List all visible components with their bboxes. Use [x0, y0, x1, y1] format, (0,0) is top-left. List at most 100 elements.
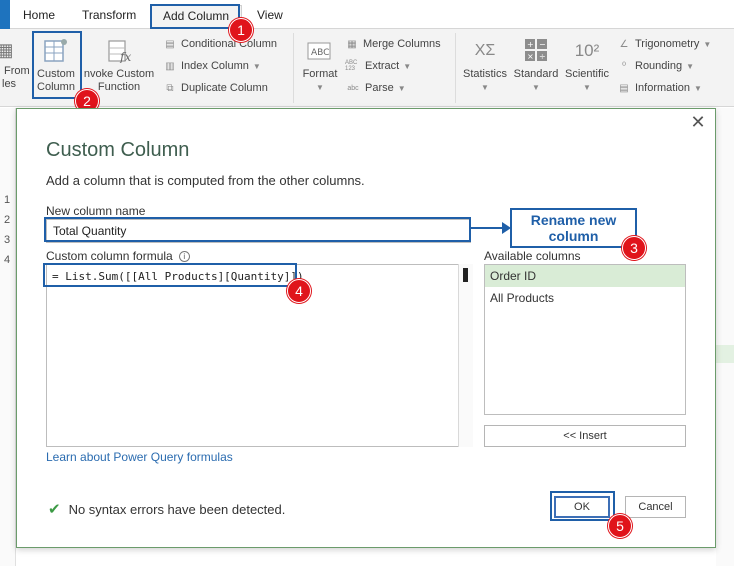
rounding-button[interactable]: ⁰ Rounding ▼: [617, 59, 694, 73]
highlight-formula: [43, 263, 297, 287]
formula-editor[interactable]: = List.Sum([[All Products][Quantity]]): [46, 264, 473, 447]
chevron-down-icon: ▼: [694, 83, 702, 93]
step-marker-3: 3: [622, 236, 646, 260]
parse-label: Parse: [365, 82, 394, 94]
format-icon: ABC: [305, 35, 335, 65]
step-marker-5: 5: [608, 514, 632, 538]
from-examples-button[interactable]: ▦ From les: [0, 35, 30, 91]
chevron-down-icon: ▼: [583, 83, 591, 92]
index-column-label: Index Column: [181, 60, 249, 72]
scientific-icon: 10²: [574, 40, 600, 60]
scientific-label: Scientific: [564, 68, 610, 80]
chevron-down-icon: ▼: [316, 83, 324, 92]
checkmark-icon: ✔: [48, 501, 61, 518]
ribbon: ▦ From les Custom Column fx nvoke Custom…: [0, 29, 734, 107]
query-grid-row-numbers: 1 2 3 4: [0, 108, 16, 566]
rename-callout: Rename new column: [510, 208, 637, 248]
new-column-name-label: New column name: [46, 204, 146, 218]
chevron-down-icon: ▼: [403, 61, 412, 71]
extract-button[interactable]: ABC 123 Extract ▼: [345, 59, 411, 73]
parse-icon: abc: [347, 84, 359, 92]
row-number: 1: [4, 194, 11, 206]
invoke-label-1: nvoke Custom: [83, 68, 155, 80]
standard-label: Standard: [513, 68, 559, 80]
list-item-order-id[interactable]: Order ID: [485, 265, 685, 287]
from-examples-label-2: les: [2, 78, 17, 90]
chevron-down-icon: ▼: [703, 39, 712, 49]
formula-scrollbar[interactable]: [458, 264, 473, 447]
tab-transform[interactable]: Transform: [82, 8, 136, 22]
trigonometry-button[interactable]: ∠ Trigonometry ▼: [617, 37, 712, 51]
from-examples-label-1: From: [4, 65, 30, 77]
format-button[interactable]: ABC Format ▼: [298, 35, 342, 94]
tab-view[interactable]: View: [257, 8, 283, 22]
info-icon[interactable]: i: [178, 251, 190, 262]
svg-text:ABC: ABC: [311, 48, 329, 58]
statistics-icon: XΣ: [474, 41, 496, 59]
cancel-button[interactable]: Cancel: [625, 496, 686, 518]
function-icon: fx: [104, 35, 134, 65]
available-columns-label: Available columns: [484, 249, 581, 263]
chevron-down-icon: ▼: [686, 61, 695, 71]
svg-text:×: ×: [527, 52, 534, 61]
chevron-down-icon: ▼: [532, 83, 540, 92]
index-column-icon: ▥: [165, 60, 175, 72]
svg-text:+: +: [527, 40, 534, 49]
ribbon-separator: [455, 33, 456, 103]
merge-columns-icon: ▦: [347, 38, 357, 50]
custom-column-dialog: ✕ Custom Column Add a column that is com…: [16, 108, 716, 548]
duplicate-column-label: Duplicate Column: [181, 82, 268, 94]
chevron-down-icon: ▼: [481, 83, 489, 92]
step-marker-4: 4: [287, 279, 311, 303]
highlight-column-name: [44, 217, 471, 242]
tab-home[interactable]: Home: [23, 8, 55, 22]
information-label: Information: [635, 82, 691, 94]
syntax-status-text: No syntax errors have been detected.: [68, 501, 286, 517]
dialog-subtitle: Add a column that is computed from the o…: [46, 173, 365, 188]
learn-formulas-link[interactable]: Learn about Power Query formulas: [46, 450, 233, 464]
background-selected-cell: [716, 345, 734, 363]
highlight-ok-button: [550, 491, 615, 521]
svg-text:÷: ÷: [539, 52, 546, 61]
standard-button[interactable]: + − × ÷ Standard ▼: [511, 35, 561, 94]
rounding-icon: ⁰: [621, 60, 626, 72]
trigonometry-icon: ∠: [619, 38, 629, 50]
list-item-all-products[interactable]: All Products: [485, 287, 685, 309]
highlight-add-column-tab: [150, 4, 240, 29]
conditional-column-label: Conditional Column: [181, 38, 277, 50]
chevron-down-icon: ▼: [252, 61, 261, 71]
row-number: 2: [4, 214, 11, 226]
standard-icon: + − × ÷: [521, 35, 551, 65]
information-button[interactable]: ▤ Information ▼: [617, 81, 702, 95]
step-marker-1: 1: [229, 18, 253, 42]
row-number: 4: [4, 254, 11, 266]
available-columns-list: Order ID All Products: [484, 264, 686, 415]
highlight-custom-column-button: [32, 31, 82, 99]
trigonometry-label: Trigonometry: [635, 38, 700, 50]
statistics-button[interactable]: XΣ Statistics ▼: [460, 35, 510, 94]
duplicate-column-button[interactable]: ⧉ Duplicate Column: [163, 81, 268, 95]
formula-label-text: Custom column formula: [46, 249, 173, 263]
syntax-status: ✔ No syntax errors have been detected.: [48, 500, 285, 518]
insert-button[interactable]: << Insert: [484, 425, 686, 447]
rounding-label: Rounding: [635, 60, 683, 72]
file-tab[interactable]: [0, 0, 10, 29]
svg-text:−: −: [539, 40, 546, 49]
scrollbar-thumb[interactable]: [463, 268, 468, 282]
information-icon: ▤: [619, 82, 629, 94]
table-icon: ▦: [0, 39, 14, 60]
parse-button[interactable]: abc Parse ▼: [345, 81, 405, 95]
scientific-button[interactable]: 10² Scientific ▼: [562, 35, 612, 94]
formula-label: Custom column formula i: [46, 249, 190, 263]
conditional-column-button[interactable]: ▤ Conditional Column: [163, 37, 277, 51]
callout-arrow: [471, 227, 505, 229]
close-icon[interactable]: ✕: [689, 113, 707, 131]
extract-icon: ABC 123: [345, 60, 358, 72]
background-panel: [716, 108, 734, 566]
merge-columns-button[interactable]: ▦ Merge Columns: [345, 37, 440, 51]
index-column-button[interactable]: ▥ Index Column ▼: [163, 59, 261, 73]
invoke-custom-function-button[interactable]: fx nvoke Custom Function: [80, 35, 158, 94]
format-label: Format: [302, 68, 338, 80]
ribbon-separator: [293, 33, 294, 103]
row-number: 3: [4, 234, 11, 246]
